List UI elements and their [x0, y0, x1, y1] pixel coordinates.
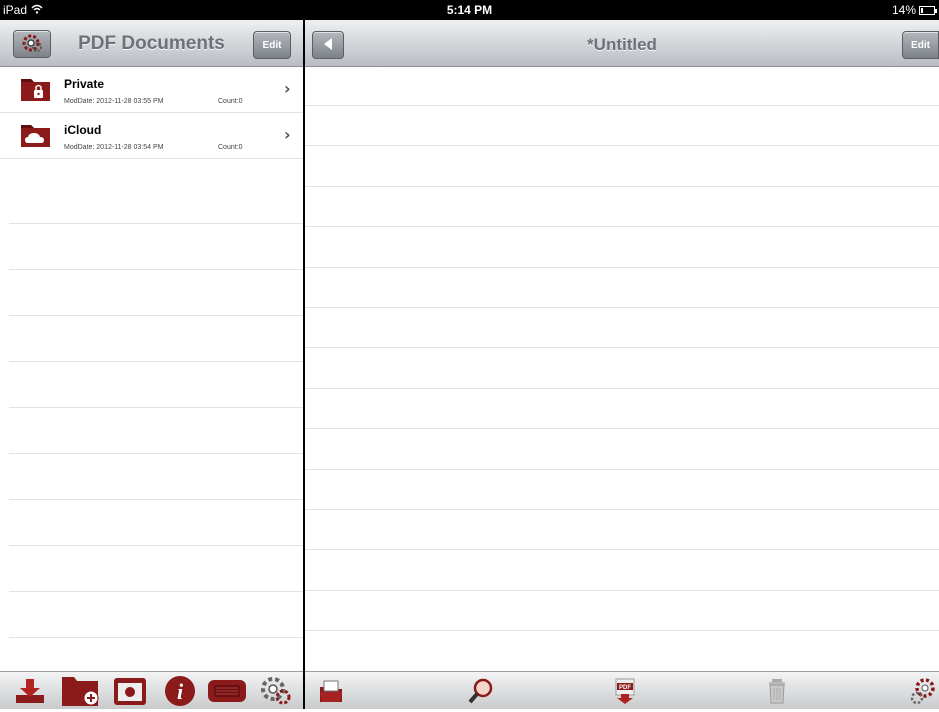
ruled-line [305, 186, 939, 187]
battery-percent: 14% [891, 3, 916, 17]
list-separator [9, 361, 303, 407]
list-separator [9, 591, 303, 637]
ruled-line [305, 145, 939, 146]
file-list: Private ModDate: 2012-11-28 03:55 PM Cou… [0, 67, 303, 159]
empty-list-lines [9, 223, 303, 683]
document-settings-button[interactable] [909, 677, 937, 705]
list-item-private[interactable]: Private ModDate: 2012-11-28 03:55 PM Cou… [0, 67, 303, 113]
ruled-line [305, 267, 939, 268]
ruled-line [305, 509, 939, 510]
battery-level [921, 7, 923, 13]
cloud-folder-icon [20, 121, 52, 149]
ruled-line [305, 388, 939, 389]
file-mod-date: ModDate: 2012-11-28 03:54 PM [64, 144, 164, 151]
list-separator [9, 315, 303, 361]
file-name: iCloud [64, 123, 102, 137]
open-folder-button[interactable] [317, 677, 345, 705]
svg-text:PDF: PDF [619, 685, 631, 691]
settings-toolbar-button[interactable] [258, 675, 294, 707]
import-download-icon [12, 679, 48, 711]
ruled-line [305, 549, 939, 550]
list-separator [9, 453, 303, 499]
import-button[interactable] [12, 675, 48, 707]
search-button[interactable] [467, 677, 495, 705]
export-pdf-button[interactable]: PDF [612, 677, 640, 705]
gear-icon [258, 677, 294, 711]
battery-icon [919, 5, 937, 15]
file-name: Private [64, 77, 105, 91]
list-separator [9, 223, 303, 269]
ruled-line [305, 105, 939, 106]
new-folder-icon [60, 677, 100, 711]
camera-button[interactable] [112, 675, 148, 707]
pdf-export-icon: PDF [612, 678, 640, 709]
file-count: Count:0 [218, 98, 243, 105]
document-detail-pane: *Untitled Edit PDF [305, 20, 939, 709]
gear-icon [909, 678, 937, 709]
keyboard-button[interactable] [206, 675, 246, 707]
right-nav-bar: *Untitled Edit [305, 20, 939, 67]
list-separator [9, 269, 303, 315]
trash-icon [763, 679, 791, 709]
info-icon: i [162, 676, 198, 711]
delete-button[interactable] [763, 677, 791, 705]
list-item-icloud[interactable]: iCloud ModDate: 2012-11-28 03:54 PM Coun… [0, 113, 303, 159]
edit-button[interactable]: Edit [253, 31, 291, 59]
locked-folder-icon [20, 75, 52, 103]
ruled-line [305, 469, 939, 470]
magnifier-icon [467, 678, 495, 709]
svg-text:i: i [177, 679, 184, 704]
document-title: *Untitled [587, 35, 657, 54]
list-separator [9, 407, 303, 453]
ruled-line [305, 226, 939, 227]
chevron-right-icon: › [284, 79, 291, 98]
ruled-line [305, 347, 939, 348]
left-nav-bar: PDF Documents Edit [0, 20, 303, 67]
keyboard-icon [206, 680, 248, 711]
clock: 5:14 PM [446, 3, 493, 17]
list-separator [9, 545, 303, 591]
file-count: Count:0 [218, 144, 243, 151]
ruled-line [305, 590, 939, 591]
folder-icon [317, 680, 345, 709]
left-toolbar: i [0, 671, 303, 709]
status-right: 14% [891, 3, 937, 17]
right-toolbar: PDF [305, 671, 939, 709]
ruled-line [305, 428, 939, 429]
list-separator [9, 499, 303, 545]
document-list-pane: PDF Documents Edit Private ModDate: 2012… [0, 20, 303, 709]
file-mod-date: ModDate: 2012-11-28 03:55 PM [64, 98, 164, 105]
ruled-page[interactable] [305, 67, 939, 672]
status-bar: iPad 5:14 PM 14% [0, 0, 939, 20]
new-folder-button[interactable] [60, 675, 99, 707]
edit-document-button[interactable]: Edit [902, 31, 939, 59]
camera-icon [112, 678, 148, 711]
info-button[interactable]: i [162, 675, 198, 707]
chevron-right-icon: › [284, 125, 291, 144]
ruled-line [305, 630, 939, 631]
ruled-line [305, 307, 939, 308]
